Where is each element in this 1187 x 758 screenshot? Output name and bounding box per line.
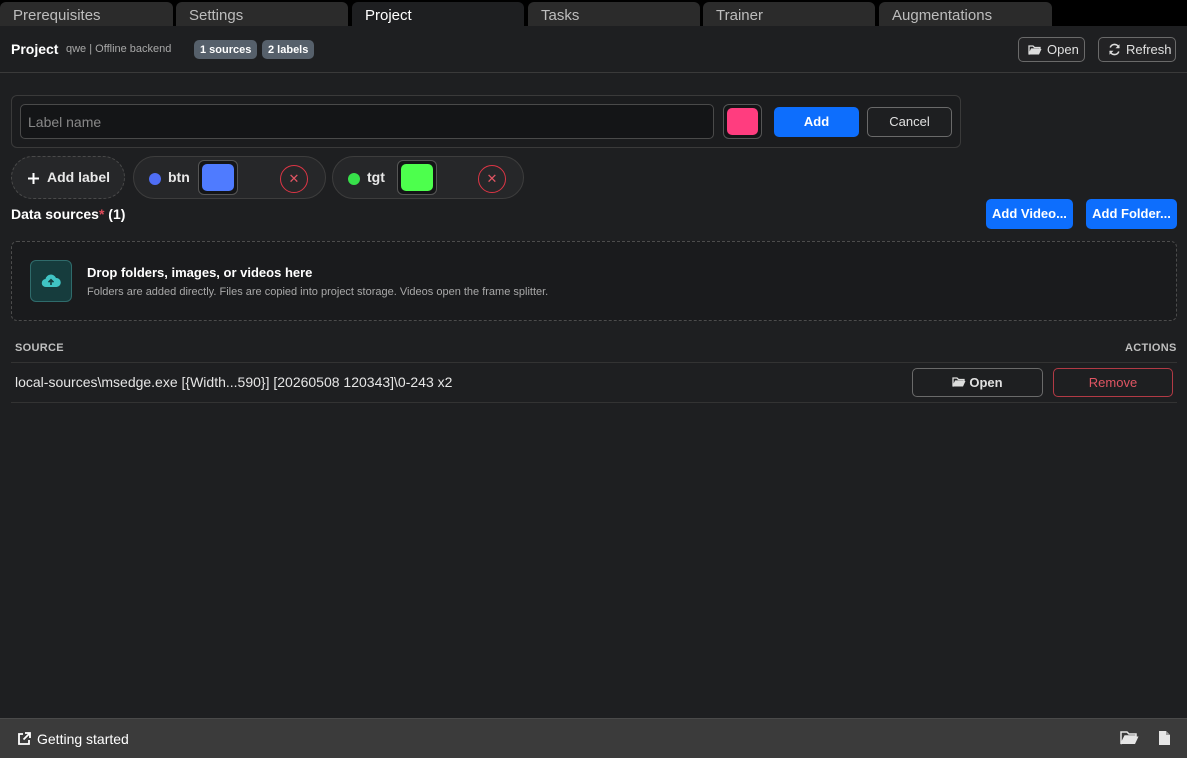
project-panel: Project qwe | Offline backend 1 sources … <box>0 26 1187 718</box>
close-icon: ✕ <box>486 171 498 186</box>
open-project-button[interactable]: Open <box>1018 37 1085 62</box>
divider <box>11 362 1177 363</box>
tab-settings[interactable]: Settings <box>176 2 348 26</box>
plus-icon <box>28 173 39 184</box>
label-chip-name: tgt <box>367 169 385 185</box>
label-name-input[interactable] <box>20 104 714 139</box>
remove-label-button[interactable]: ✕ <box>478 165 506 193</box>
column-header-actions: ACTIONS <box>1125 342 1177 354</box>
remove-label-button[interactable]: ✕ <box>280 165 308 193</box>
remove-source-button[interactable]: Remove <box>1053 368 1173 397</box>
label-color-swatch <box>202 164 234 191</box>
label-chip-name: btn <box>168 169 190 185</box>
file-icon[interactable] <box>1158 730 1171 746</box>
data-sources-title: Data sources* (1) <box>11 206 125 222</box>
close-icon: ✕ <box>288 171 300 186</box>
tab-tasks[interactable]: Tasks <box>528 2 700 26</box>
getting-started-link[interactable]: Getting started <box>17 731 129 747</box>
open-project-label: Open <box>1047 42 1079 57</box>
add-video-button[interactable]: Add Video... <box>986 199 1073 229</box>
tab-augmentations[interactable]: Augmentations <box>879 2 1052 26</box>
label-color-picker[interactable] <box>198 160 238 195</box>
label-dot <box>348 173 360 185</box>
label-chip-tgt: tgt ✕ <box>332 156 524 199</box>
drop-zone[interactable]: Drop folders, images, or videos here Fol… <box>11 241 1177 321</box>
label-color-swatch <box>401 164 433 191</box>
tab-bar: Prerequisites Settings Project Tasks Tra… <box>0 0 1187 26</box>
getting-started-label: Getting started <box>37 731 129 747</box>
folder-open-icon <box>952 377 966 387</box>
external-link-icon <box>18 732 31 745</box>
label-dot <box>149 173 161 185</box>
label-chip-btn: btn ✕ <box>133 156 326 199</box>
label-color-picker[interactable] <box>723 104 762 139</box>
cloud-upload-icon <box>41 274 61 288</box>
tab-prerequisites[interactable]: Prerequisites <box>0 2 173 26</box>
page-title: Project <box>11 41 59 57</box>
upload-icon-box <box>30 260 72 302</box>
add-label-text: Add label <box>47 169 111 185</box>
refresh-button[interactable]: Refresh <box>1098 37 1176 62</box>
refresh-label: Refresh <box>1126 42 1172 57</box>
folder-open-icon <box>1028 45 1042 55</box>
label-color-swatch <box>727 108 758 135</box>
data-sources-count: (1) <box>108 206 126 222</box>
drop-zone-title: Drop folders, images, or videos here <box>87 265 313 280</box>
project-header: Project qwe | Offline backend 1 sources … <box>0 26 1187 73</box>
open-source-label: Open <box>969 375 1003 390</box>
tab-trainer[interactable]: Trainer <box>703 2 875 26</box>
label-color-picker[interactable] <box>397 160 437 195</box>
data-sources-heading: Data sources <box>11 206 99 222</box>
cancel-button[interactable]: Cancel <box>867 107 952 137</box>
required-mark: * <box>98 206 105 222</box>
project-subtitle: qwe | Offline backend <box>66 43 172 55</box>
add-folder-button[interactable]: Add Folder... <box>1086 199 1177 229</box>
divider <box>11 402 1177 403</box>
source-path: local-sources\msedge.exe [{Width...590}]… <box>15 374 453 390</box>
add-label-confirm-button[interactable]: Add <box>774 107 859 137</box>
labels-count-badge: 2 labels <box>262 40 315 59</box>
folder-open-icon[interactable] <box>1120 730 1139 746</box>
sources-count-badge: 1 sources <box>194 40 258 59</box>
add-label-button[interactable]: Add label <box>11 156 125 199</box>
tab-project[interactable]: Project <box>352 2 524 26</box>
drop-zone-subtitle: Folders are added directly. Files are co… <box>87 286 549 298</box>
refresh-icon <box>1109 43 1120 56</box>
open-source-button[interactable]: Open <box>912 368 1043 397</box>
label-editor: Add Cancel <box>11 95 961 148</box>
column-header-source: SOURCE <box>15 342 64 354</box>
footer: Getting started <box>0 718 1187 758</box>
